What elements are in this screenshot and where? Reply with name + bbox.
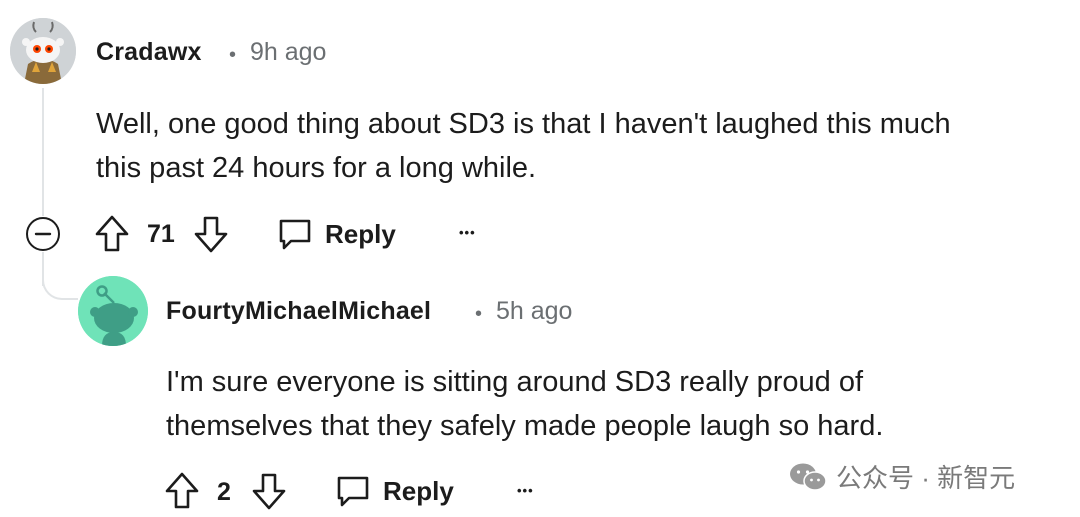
thread-line-curve xyxy=(42,262,78,300)
arrow-up-icon xyxy=(95,215,129,252)
arrow-up-icon xyxy=(165,472,199,509)
reply-button[interactable]: Reply xyxy=(335,471,454,511)
reply-label: Reply xyxy=(325,218,396,249)
reply-label: Reply xyxy=(383,475,454,506)
meta-separator: • xyxy=(475,303,483,325)
avatar-icon xyxy=(10,18,76,84)
comment-body-line: themselves that they safely made people … xyxy=(166,410,884,442)
reply-button[interactable]: Reply xyxy=(277,214,396,254)
avatar[interactable] xyxy=(78,276,148,346)
upvote-button[interactable] xyxy=(164,471,200,511)
comment-timestamp: 5h ago xyxy=(496,297,573,325)
comment-body: I'm sure everyone is sitting around SD3 … xyxy=(166,360,883,448)
vote-count: 71 xyxy=(147,220,175,248)
comment-body: Well, one good thing about SD3 is that I… xyxy=(96,102,951,190)
comment-body-line: Well, one good thing about SD3 is that I… xyxy=(96,108,951,140)
meta-separator: • xyxy=(229,44,237,66)
watermark: 公众号 · 新智元 xyxy=(788,458,1015,495)
more-options-button[interactable]: ••• xyxy=(517,478,534,504)
comment-body-line: I'm sure everyone is sitting around SD3 … xyxy=(166,366,864,398)
collapse-icon xyxy=(26,217,60,251)
comment-body-line: this past 24 hours for a long while. xyxy=(96,152,537,184)
comment-author[interactable]: FourtyMichaelMichael xyxy=(166,297,431,326)
downvote-button[interactable] xyxy=(251,471,287,511)
snoo-avatar-icon xyxy=(78,276,148,346)
comment-author[interactable]: Cradawx xyxy=(96,38,202,67)
thread-line-vertical xyxy=(42,88,44,216)
upvote-button[interactable] xyxy=(94,214,130,254)
vote-count: 2 xyxy=(217,478,231,506)
arrow-down-icon xyxy=(194,216,228,253)
collapse-button[interactable] xyxy=(25,216,61,252)
avatar[interactable] xyxy=(10,18,76,84)
comment-timestamp: 9h ago xyxy=(250,38,327,66)
comment-bubble-icon xyxy=(337,476,369,507)
arrow-down-icon xyxy=(252,473,286,510)
watermark-text: 公众号 · 新智元 xyxy=(836,463,1016,493)
downvote-button[interactable] xyxy=(193,214,229,254)
wechat-icon xyxy=(790,463,827,491)
more-options-button[interactable]: ••• xyxy=(459,220,476,246)
comment-bubble-icon xyxy=(279,219,311,250)
